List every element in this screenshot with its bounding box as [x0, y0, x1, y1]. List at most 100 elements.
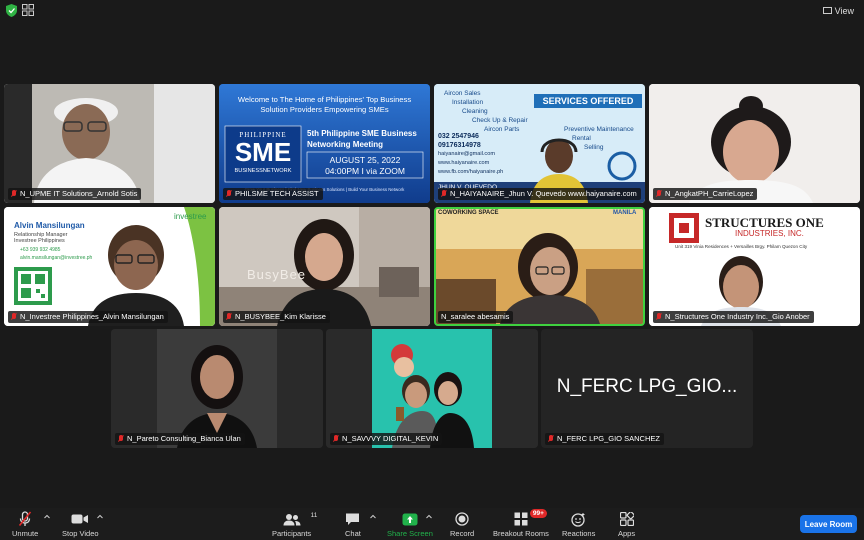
muted-mic-icon	[226, 313, 232, 321]
participant-name: N_HAIYANAIRE_Jhun V. Quevedo www.haiyana…	[450, 189, 637, 198]
participant-name-tag: PHILSME TECH ASSIST	[223, 188, 323, 200]
haiyan-email: haiyanaire@gmail.com	[438, 151, 495, 157]
service-item: Aircon Sales	[444, 90, 481, 97]
share-screen-label: Share Screen	[387, 529, 433, 538]
investree-company: Investree Philippines	[14, 238, 65, 244]
participant-video-carrie	[649, 84, 860, 203]
video-tile-investree[interactable]: Alvin Mansilungan Relationship Manager I…	[4, 207, 215, 326]
participants-count: 11	[310, 512, 318, 519]
participant-name: N_BUSYBEE_Kim Klarisse	[235, 312, 326, 321]
philsme-welcome-text: Welcome to The Home of Philippines' Top …	[237, 95, 412, 114]
video-tile-ferc-lpg[interactable]: N_FERC LPG_GIO... N_FERC LPG_GIO SANCHEZ	[541, 329, 753, 448]
service-item: Selling	[584, 144, 604, 151]
share-options-chevron-icon[interactable]	[426, 514, 432, 520]
investree-brand: investree	[174, 212, 207, 221]
muted-mic-icon	[548, 435, 554, 443]
muted-mic-icon	[656, 313, 662, 321]
philsme-logo-main: SME	[234, 137, 292, 167]
breakout-rooms-button[interactable]: 99+ Breakout Rooms	[493, 509, 549, 538]
service-item: Preventive Maintenance	[564, 126, 634, 133]
view-label: View	[834, 5, 854, 16]
muted-mic-icon	[11, 313, 17, 321]
video-tile-bianca[interactable]: N_Pareto Consulting_Bianca Ulan	[111, 329, 323, 448]
philsme-event-title: 5th Philippine SME Business Networking M…	[307, 129, 417, 149]
participant-name-tag: N_SAVVVY DIGITAL_KEVIN	[330, 433, 443, 445]
apps-icon	[619, 511, 634, 527]
participant-name-tag: N_UPME IT Solutions_Arnold Sotis	[8, 188, 142, 200]
investree-phone: +63 939 932 4985	[20, 247, 61, 253]
haiyan-web: www.haiyanaire.com	[438, 160, 490, 166]
haiyan-contacts: 032 2547946 09176314978 haiyanaire@gmail…	[438, 132, 530, 177]
haiyan-phone-1: 032 2547946	[438, 133, 479, 140]
video-tile-philsme[interactable]: Welcome to The Home of Philippines' Top …	[219, 84, 430, 203]
muted-mic-icon	[226, 190, 232, 198]
video-tile-busybee[interactable]: BusyBee N_BUSYBEE_Kim Klarisse	[219, 207, 430, 326]
philsme-event-time: 04:00PM I via ZOOM	[325, 166, 405, 176]
video-tile-haiyanaire[interactable]: SERVICES OFFERED Aircon Sales Installati…	[434, 84, 645, 203]
meeting-toolbar: Unmute Stop Video 11 Participants Chat S…	[0, 508, 864, 540]
structures-address: Unit 319 Vinia Residences + Versailles B…	[675, 244, 808, 249]
participant-video-bianca	[111, 329, 323, 448]
haiyan-phone-2: 09176314978	[438, 142, 481, 149]
reactions-button[interactable]: Reactions	[562, 511, 595, 538]
record-label: Record	[450, 529, 475, 538]
unmute-label: Unmute	[12, 529, 39, 538]
participant-video-saralee	[436, 209, 643, 324]
apps-label: Apps	[618, 529, 636, 538]
participant-name: N_SAVVVY DIGITAL_KEVIN	[342, 434, 439, 443]
investree-email: alvin.mansilungan@investree.ph	[20, 255, 93, 261]
record-button[interactable]: Record	[450, 511, 474, 538]
unmute-button[interactable]: Unmute	[12, 511, 38, 538]
chat-button[interactable]: Chat	[345, 511, 361, 538]
grid-icon[interactable]	[22, 4, 34, 16]
chat-options-chevron-icon[interactable]	[370, 514, 376, 520]
video-tile-arnold[interactable]: N_UPME IT Solutions_Arnold Sotis	[4, 84, 215, 203]
breakout-badge: 99+	[529, 509, 547, 518]
view-button[interactable]: View	[819, 3, 858, 18]
muted-mic-icon	[118, 435, 124, 443]
smiley-icon	[571, 511, 586, 527]
stop-video-button[interactable]: Stop Video	[62, 511, 99, 538]
participant-name-tag: N_HAIYANAIRE_Jhun V. Quevedo www.haiyana…	[438, 188, 641, 200]
audio-options-chevron-icon[interactable]	[44, 514, 50, 520]
participant-name-tag: N_BUSYBEE_Kim Klarisse	[223, 311, 330, 323]
investree-name: Alvin Mansilungan	[14, 221, 85, 230]
participant-name: N_AngkatPH_CarrieLopez	[665, 189, 754, 198]
participant-name: N_Structures One Industry Inc._Gio Anobe…	[665, 312, 810, 321]
participant-video-arnold	[4, 84, 215, 203]
service-item: Cleaning	[462, 108, 488, 115]
participant-name-tag: N_Pareto Consulting_Bianca Ulan	[115, 433, 245, 445]
service-item: Installation	[452, 99, 484, 106]
participants-label: Participants	[272, 529, 312, 538]
muted-mic-icon	[11, 190, 17, 198]
video-tile-structures-one[interactable]: STRUCTURES ONE INDUSTRIES, INC. Unit 319…	[649, 207, 860, 326]
record-icon	[455, 511, 469, 527]
view-layout-icon	[822, 7, 832, 14]
structures-subtitle: INDUSTRIES, INC.	[735, 229, 804, 238]
haiyan-fb: www.fb.com/haiyanaire.ph	[438, 169, 504, 175]
muted-mic-icon	[656, 190, 662, 198]
security-shield-icon[interactable]	[6, 4, 17, 17]
video-tile-saralee[interactable]: COWORKING SPACE MANILA N_saralee abesami…	[434, 207, 645, 326]
apps-button[interactable]: Apps	[618, 511, 635, 538]
reactions-label: Reactions	[562, 529, 596, 538]
chat-bubble-icon	[345, 511, 360, 527]
coworking-brand: MANILA	[613, 210, 637, 216]
breakout-rooms-label: Breakout Rooms	[493, 529, 549, 538]
video-tile-carrie[interactable]: N_AngkatPH_CarrieLopez	[649, 84, 860, 203]
meeting-topbar: View	[0, 0, 864, 22]
video-options-chevron-icon[interactable]	[97, 514, 103, 520]
video-tile-kevin[interactable]: N_SAVVVY DIGITAL_KEVIN	[326, 329, 538, 448]
philsme-logo-sub: BUSINESSNETWORK	[234, 168, 292, 174]
participant-name: N_UPME IT Solutions_Arnold Sotis	[20, 189, 138, 198]
participant-display-name: N_FERC LPG_GIO...	[556, 376, 738, 397]
participant-name-tag: N_Investree Philippines_Alvin Mansilunga…	[8, 311, 168, 323]
busybee-sign: BusyBee	[247, 267, 307, 282]
muted-mic-icon	[441, 190, 447, 198]
leave-room-button[interactable]: Leave Room	[800, 515, 857, 533]
participant-name-tag: N_AngkatPH_CarrieLopez	[653, 188, 758, 200]
participant-name: N_Investree Philippines_Alvin Mansilunga…	[20, 312, 164, 321]
participants-button[interactable]: 11 Participants	[272, 511, 317, 538]
service-item: Rental	[572, 135, 591, 142]
participant-name-tag: N_FERC LPG_GIO SANCHEZ	[545, 433, 664, 445]
